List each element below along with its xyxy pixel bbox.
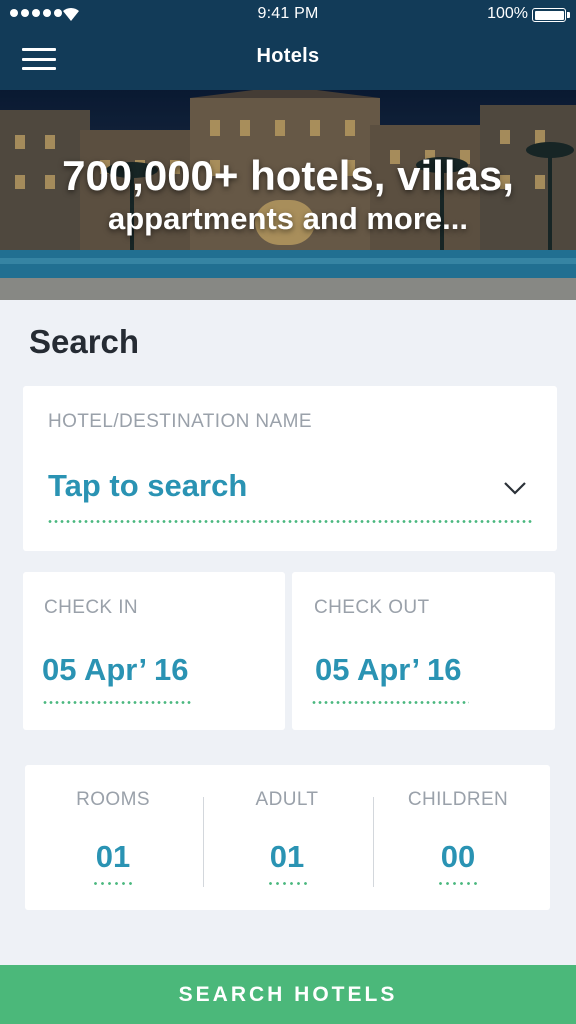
rooms-selector[interactable]: ROOMS 01 [25, 765, 201, 910]
check-out-field[interactable]: CHECK OUT 05 Apr’ 16 [292, 572, 555, 730]
check-out-label: CHECK OUT [314, 597, 430, 618]
destination-field[interactable]: HOTEL/DESTINATION NAME Tap to search [23, 386, 557, 551]
hero-banner: 700,000+ hotels, villas, appartments and… [0, 90, 576, 300]
search-section-title: Search [29, 323, 140, 360]
children-label: CHILDREN [407, 789, 509, 810]
app-header: 9:41 PM 100% Hotels [0, 0, 576, 90]
adult-label: ADULT [255, 789, 319, 810]
chevron-down-icon[interactable] [503, 480, 527, 496]
battery-percentage: 100% [487, 5, 528, 22]
children-underline [437, 882, 479, 885]
hero-subheadline: appartments and more... [107, 201, 469, 236]
hero-text: 700,000+ hotels, villas, appartments and… [0, 152, 576, 238]
rooms-value[interactable]: 01 [25, 839, 201, 875]
check-in-label: CHECK IN [44, 597, 138, 618]
guest-counts: ROOMS 01 ADULT 01 CHILDREN 00 [25, 765, 550, 910]
check-out-underline [311, 701, 469, 704]
adult-selector[interactable]: ADULT 01 [201, 765, 373, 910]
destination-input[interactable]: Tap to search [48, 468, 247, 504]
rooms-underline [92, 882, 134, 885]
check-in-date[interactable]: 05 Apr’ 16 [42, 652, 188, 688]
destination-underline [47, 520, 533, 523]
rooms-label: ROOMS [76, 789, 150, 810]
battery-icon [532, 8, 570, 22]
children-selector[interactable]: CHILDREN 00 [373, 765, 543, 910]
destination-label: HOTEL/DESTINATION NAME [48, 411, 312, 432]
check-out-date[interactable]: 05 Apr’ 16 [315, 652, 461, 688]
hero-headline: 700,000+ hotels, villas, [62, 152, 514, 199]
page-title: Hotels [256, 45, 320, 67]
check-in-underline [42, 701, 192, 704]
status-bar: 9:41 PM 100% [0, 0, 576, 30]
check-in-field[interactable]: CHECK IN 05 Apr’ 16 [23, 572, 285, 730]
search-hotels-button[interactable]: SEARCH HOTELS [0, 965, 576, 1024]
adult-value[interactable]: 01 [201, 839, 373, 875]
children-value[interactable]: 00 [373, 839, 543, 875]
adult-underline [267, 882, 309, 885]
